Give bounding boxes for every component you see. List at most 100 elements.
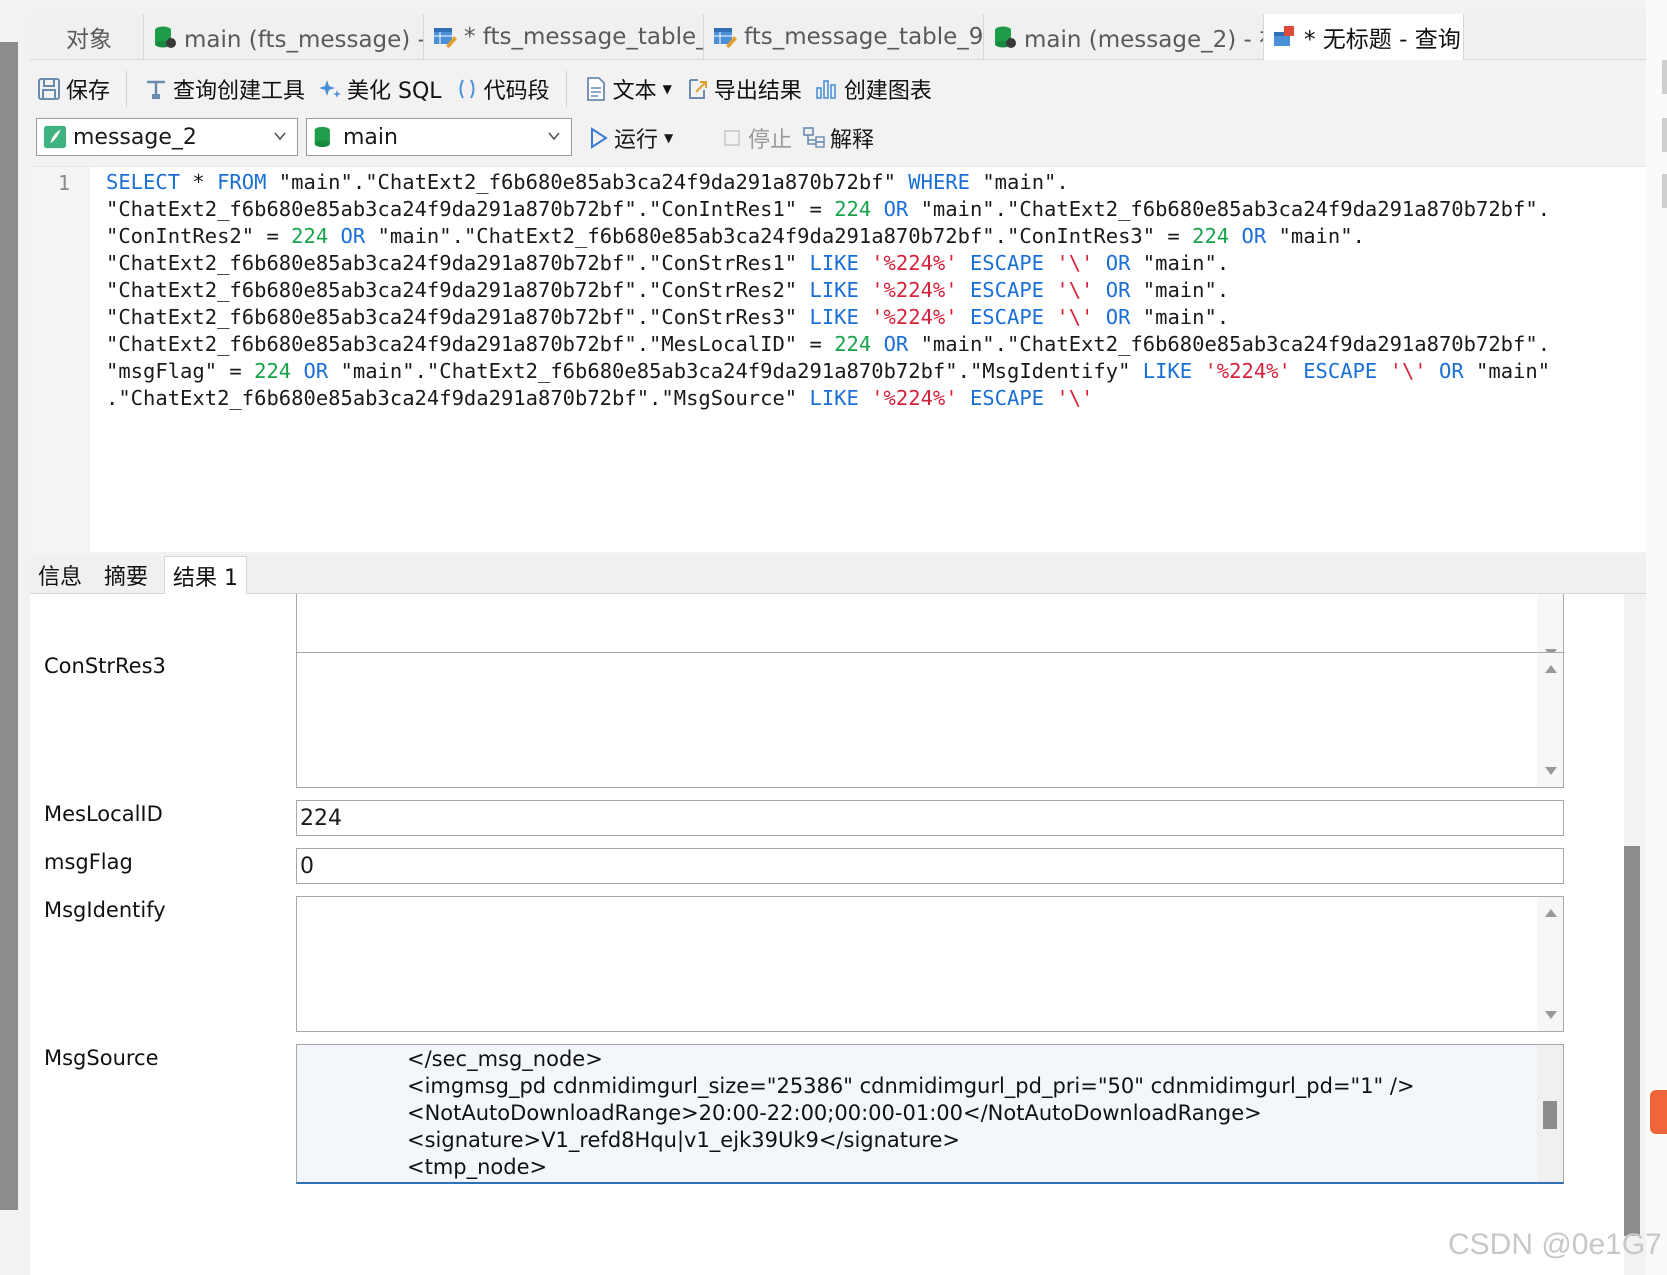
create-chart-button[interactable]: 创建图表 — [808, 69, 938, 109]
tab-objects[interactable]: 对象 — [30, 14, 144, 60]
edge-marker — [1662, 174, 1667, 208]
query-builder-button[interactable]: 查询创建工具 — [137, 69, 311, 109]
record-form: ConStrRes3 MesLocalID 224 msgFlag 0 MsgI… — [30, 594, 1624, 1275]
tab-untitled-query[interactable]: * 无标题 - 查询 — [1264, 14, 1464, 60]
export-icon — [688, 79, 707, 99]
save-icon — [38, 78, 60, 100]
field-constrres3[interactable] — [296, 652, 1564, 788]
field-label-meslocalid: MesLocalID — [44, 802, 163, 826]
tab-result-1[interactable]: 结果 1 — [164, 556, 247, 594]
tab-fts-message-table-0[interactable]: * fts_message_table_0_... — [424, 14, 704, 60]
connection-row: message_2 main 运行 ▼ 停止 解释 — [30, 116, 1646, 162]
stop-icon — [724, 130, 740, 146]
feather-icon — [43, 125, 67, 149]
code-snippet-button[interactable]: 代码段 — [448, 69, 556, 109]
toolbar-divider — [565, 71, 567, 107]
table-edit-icon — [434, 28, 457, 48]
query-window: 对象 main (fts_message) - 在... * fts_messa… — [0, 0, 1667, 1275]
save-label: 保存 — [66, 79, 111, 104]
field-label-constrres3: ConStrRes3 — [44, 654, 166, 678]
form-scrollbar-thumb[interactable] — [1624, 846, 1640, 1236]
tab-fts-message[interactable]: main (fts_message) - 在... — [144, 14, 424, 60]
sql-line: "ChatExt2_f6b680e85ab3ca24f9da291a870b72… — [106, 197, 1551, 221]
beautify-sql-label: 美化 SQL — [347, 79, 442, 104]
line-gutter: 1 — [30, 167, 90, 553]
document-icon — [586, 77, 605, 101]
scroll-down-icon[interactable] — [1545, 767, 1557, 775]
save-button[interactable]: 保存 — [30, 69, 116, 109]
field-msgsource[interactable]: </sec_msg_node> <imgmsg_pd cdnmidimgurl_… — [296, 1044, 1564, 1184]
query-builder-label: 查询创建工具 — [173, 79, 306, 104]
text-mode-dropdown[interactable]: 文本 ▼ — [577, 69, 678, 109]
stop-label: 停止 — [748, 128, 793, 153]
tab-label: 信息 — [38, 565, 83, 590]
field-scrollbar[interactable] — [1537, 897, 1563, 1031]
tab-summary[interactable]: 摘要 — [96, 556, 156, 594]
edge-marker — [1662, 60, 1667, 94]
connection-select[interactable]: message_2 — [36, 118, 298, 156]
sql-line: ."ChatExt2_f6b680e85ab3ca24f9da291a870b7… — [106, 386, 1094, 410]
database-value: main — [343, 124, 398, 150]
field-meslocalid[interactable]: 224 — [296, 800, 1564, 836]
tab-label: main (message_2) - 在... — [1024, 27, 1263, 53]
field-label-msgidentify: MsgIdentify — [44, 898, 166, 922]
field-msgflag[interactable]: 0 — [296, 848, 1564, 884]
scroll-down-icon[interactable] — [1545, 1011, 1557, 1019]
explain-label: 解释 — [830, 128, 875, 153]
sql-line: "ChatExt2_f6b680e85ab3ca24f9da291a870b72… — [106, 332, 1551, 356]
tab-fts-message-table-9[interactable]: fts_message_table_9_co... — [704, 14, 984, 60]
scroll-up-icon[interactable] — [1545, 665, 1557, 673]
scroll-up-icon[interactable] — [1545, 909, 1557, 917]
table-edit-icon — [714, 28, 737, 48]
left-scroll-strip[interactable] — [0, 42, 18, 1210]
sparkle-icon — [319, 80, 342, 98]
line-number: 1 — [58, 171, 71, 195]
field-label-msgsource: MsgSource — [44, 1046, 159, 1070]
xml-line: <NotAutoDownloadRange>20:00-22:00;00:00-… — [407, 1101, 1262, 1125]
floating-badge-icon[interactable] — [1650, 1090, 1667, 1134]
brackets-icon — [459, 79, 475, 99]
tab-label: * 无标题 - 查询 — [1304, 27, 1461, 53]
left-gap — [18, 0, 30, 1275]
text-mode-label: 文本 — [612, 79, 657, 104]
sql-line: "ChatExt2_f6b680e85ab3ca24f9da291a870b72… — [106, 278, 1230, 302]
tab-label: 摘要 — [104, 565, 149, 590]
xml-line: <signature>V1_refd8Hqu|v1_ejk39Uk9</sign… — [407, 1128, 961, 1152]
sql-line: "ChatExt2_f6b680e85ab3ca24f9da291a870b72… — [106, 305, 1230, 329]
field-scrollbar[interactable] — [1537, 1045, 1563, 1182]
sql-editor[interactable]: 1 SELECT * FROM "main"."ChatExt2_f6b680e… — [30, 166, 1646, 553]
export-results-button[interactable]: 导出结果 — [678, 69, 808, 109]
tab-bar: 对象 main (fts_message) - 在... * fts_messa… — [30, 14, 1646, 60]
tab-label: fts_message_table_9_co... — [744, 24, 984, 50]
beautify-sql-button[interactable]: 美化 SQL — [311, 69, 448, 109]
query-builder-icon — [147, 80, 166, 99]
field-scrollbar[interactable] — [1537, 653, 1563, 787]
run-label: 运行 — [614, 128, 659, 153]
tab-label: 结果 1 — [173, 565, 238, 591]
field-msgidentify[interactable] — [296, 896, 1564, 1032]
sql-line: "msgFlag" = 224 OR "main"."ChatExt2_f6b6… — [106, 359, 1551, 383]
right-edge — [1646, 0, 1667, 1275]
field-label-msgflag: msgFlag — [44, 850, 133, 874]
query-icon — [1274, 26, 1294, 46]
run-button[interactable]: 运行 ▼ — [586, 120, 673, 156]
toolbar: 保存 查询创建工具 美化 SQL 代码段 文本 ▼ 导出结果 创建图表 — [30, 64, 1646, 114]
stop-button[interactable]: 停止 — [720, 120, 792, 156]
database-icon — [995, 26, 1016, 48]
tab-message-2[interactable]: main (message_2) - 在... — [984, 14, 1264, 60]
caret-down-icon: ▼ — [662, 82, 672, 96]
tab-label: 对象 — [66, 27, 112, 53]
database-icon — [155, 26, 176, 48]
explain-button[interactable]: 解释 — [802, 120, 874, 156]
tab-label: main (fts_message) - 在... — [184, 27, 423, 53]
caret-down-icon: ▼ — [664, 131, 674, 145]
xml-line: </sec_msg_node> — [407, 1047, 603, 1071]
play-icon — [591, 127, 608, 149]
sql-line: "ConIntRes2" = 224 OR "main"."ChatExt2_f… — [106, 224, 1365, 248]
database-select[interactable]: main — [306, 118, 572, 156]
edge-marker — [1662, 118, 1667, 152]
sql-line: SELECT * FROM "main"."ChatExt2_f6b680e85… — [106, 170, 1069, 194]
sql-code[interactable]: SELECT * FROM "main"."ChatExt2_f6b680e85… — [106, 169, 1661, 412]
tab-info[interactable]: 信息 — [30, 556, 90, 594]
scroll-thumb[interactable] — [1543, 1101, 1557, 1129]
